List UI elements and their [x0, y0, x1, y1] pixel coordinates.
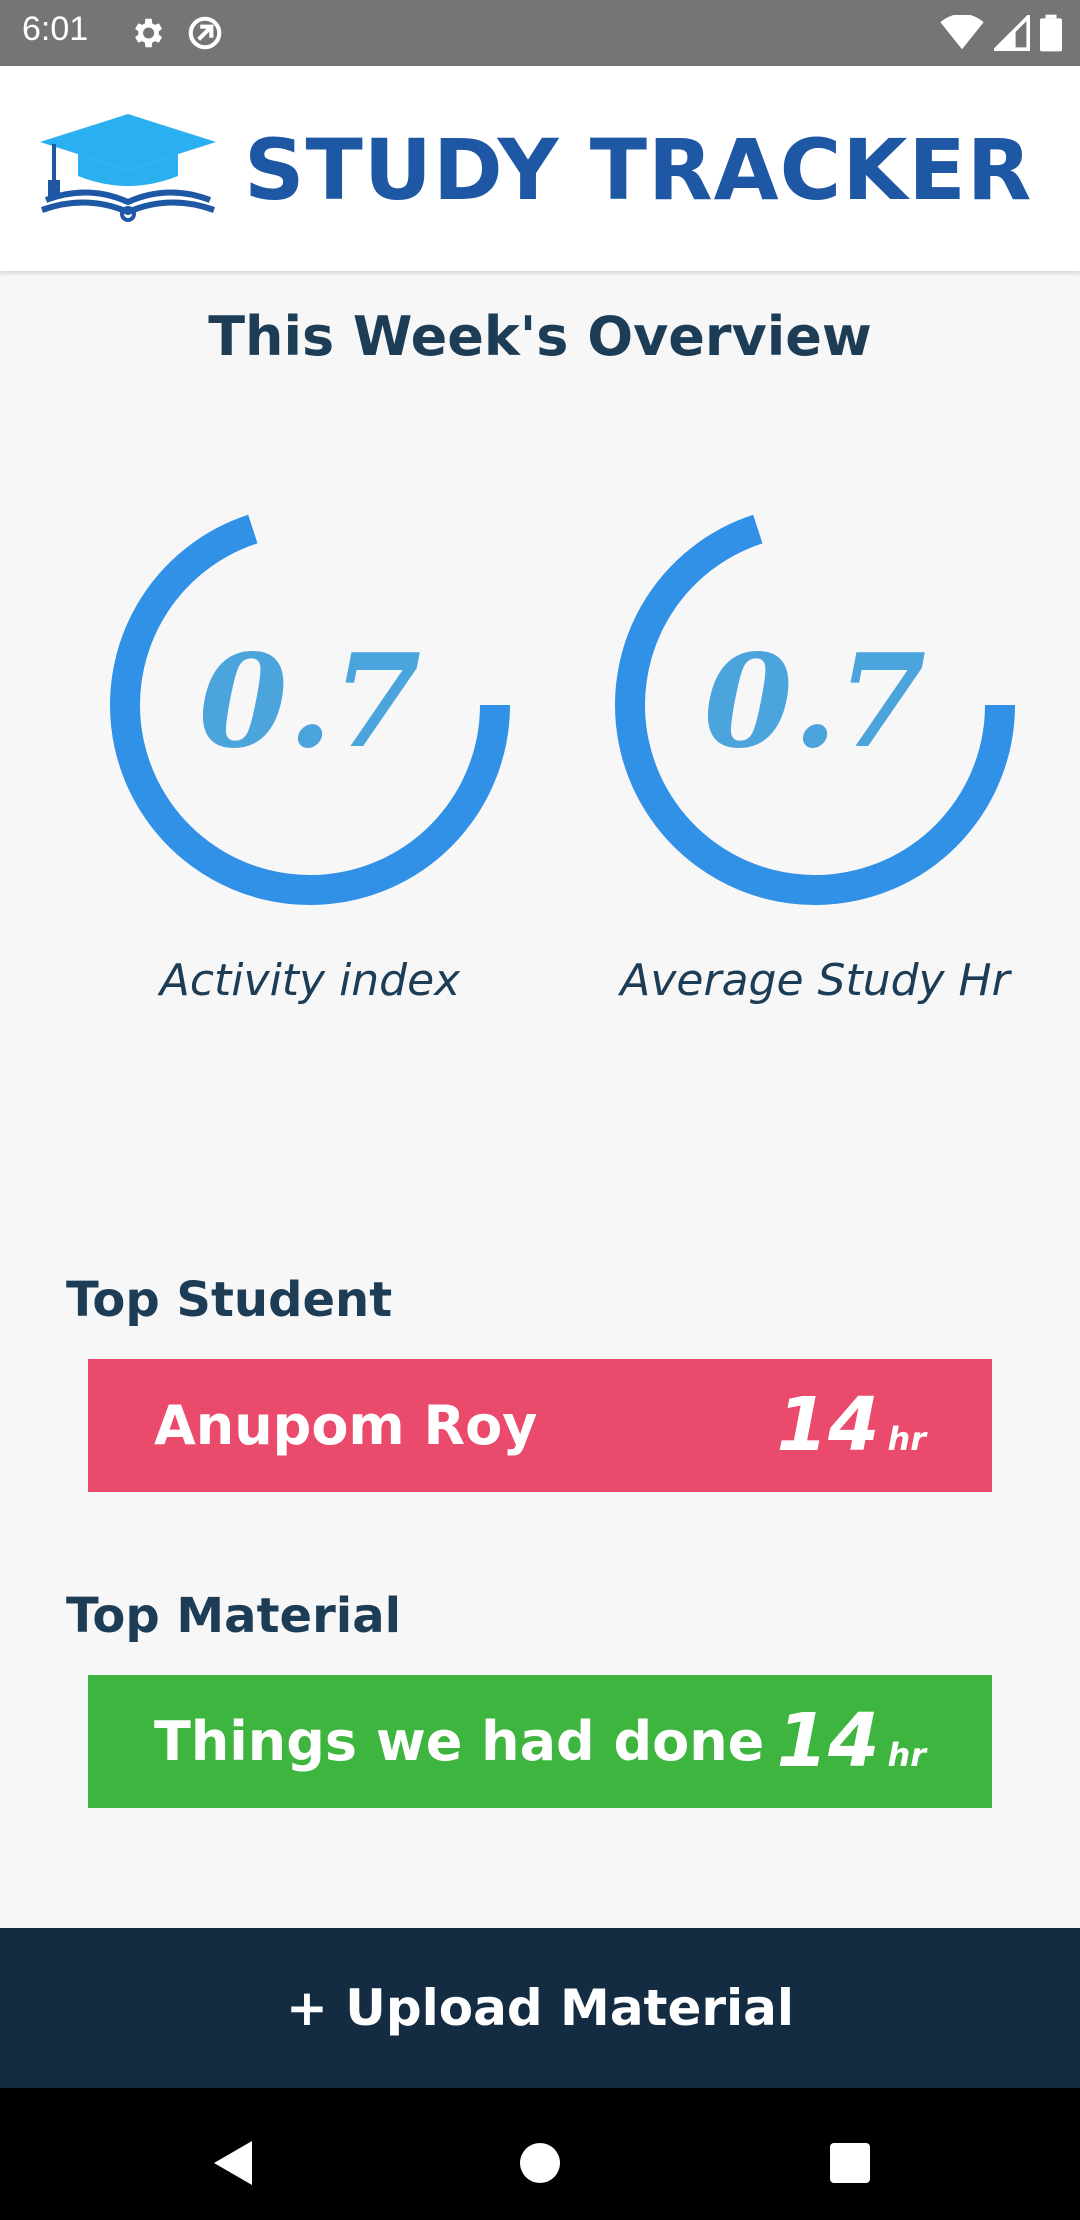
activity-index-gauge: 0.7	[105, 500, 515, 910]
status-time: 6:01	[22, 10, 89, 48]
system-nav-bar	[0, 2088, 1080, 2220]
upload-material-button[interactable]: + Upload Material	[0, 1928, 1080, 2088]
hours-unit: hr	[887, 1736, 926, 1774]
status-indicators	[940, 12, 1062, 54]
hours-unit: hr	[887, 1420, 926, 1458]
gauge-label: Average Study Hr	[620, 955, 1010, 1006]
top-material-title: Top Material	[66, 1588, 402, 1644]
overview-title: This Week's Overview	[208, 305, 872, 368]
top-student-hours: 14 hr	[776, 1359, 926, 1492]
average-study-hr-gauge: 0.7	[610, 500, 1020, 910]
app-title: STUDY TRACKER	[244, 121, 1033, 219]
top-material-name: Things we had done	[154, 1710, 765, 1773]
app-header: STUDY TRACKER	[0, 66, 1080, 271]
graduation-cap-book-icon	[40, 114, 216, 222]
hours-value: 14	[776, 1698, 880, 1784]
home-icon[interactable]	[495, 2118, 585, 2208]
status-bar: 6:01	[0, 0, 1080, 66]
settings-icon	[135, 18, 163, 48]
battery-icon	[1040, 14, 1062, 52]
top-material-hours: 14 hr	[776, 1675, 926, 1808]
signal-icon	[994, 15, 1030, 51]
gauge-label: Activity index	[159, 955, 461, 1006]
top-student-title: Top Student	[66, 1272, 393, 1328]
sync-icon	[188, 16, 222, 50]
wifi-icon	[940, 15, 984, 50]
hours-value: 14	[776, 1382, 880, 1468]
top-student-name: Anupom Roy	[154, 1394, 538, 1457]
back-icon[interactable]	[192, 2118, 282, 2208]
gauge-value: 0.7	[198, 627, 422, 777]
top-student-card[interactable]: Anupom Roy 14 hr	[88, 1359, 992, 1492]
gauge-value: 0.7	[703, 627, 927, 777]
top-material-card[interactable]: Things we had done 14 hr	[88, 1675, 992, 1808]
recents-icon[interactable]	[805, 2118, 895, 2208]
